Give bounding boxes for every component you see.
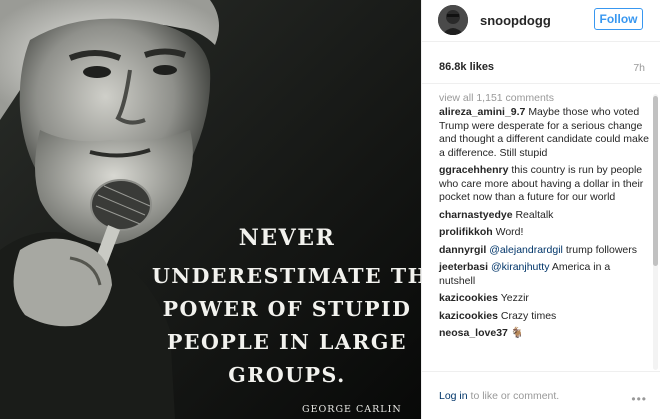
comment: kazicookies Yezzir xyxy=(439,292,649,306)
comment-user[interactable]: prolifikkoh xyxy=(439,226,493,238)
view-all-comments-link[interactable]: view all 1,151 comments xyxy=(439,92,554,104)
comment-mention[interactable]: @alejandrardgil xyxy=(489,244,563,256)
post-footer: Log in to like or comment. ••• xyxy=(422,371,660,419)
post-sidebar: snoopdogg Follow 86.8k likes 7h view all… xyxy=(421,0,660,419)
comments-scrollbar[interactable] xyxy=(653,94,658,370)
comment-user[interactable]: kazicookies xyxy=(439,292,498,304)
login-prompt-text: to like or comment. xyxy=(467,390,560,402)
avatar-image xyxy=(438,5,468,35)
comment-user[interactable]: kazicookies xyxy=(439,310,498,322)
login-link[interactable]: Log in xyxy=(439,390,468,402)
comment: alireza_amini_9.7 Maybe those who voted … xyxy=(439,106,649,160)
comment-user[interactable]: alireza_amini_9.7 xyxy=(439,106,525,118)
comment-text: Realtalk xyxy=(515,208,554,221)
comment-text: Yezzir xyxy=(500,292,529,304)
comment-list: alireza_amini_9.7 Maybe those who voted … xyxy=(439,106,649,345)
post-header: snoopdogg Follow xyxy=(422,0,660,42)
post-time[interactable]: 7h xyxy=(633,62,645,74)
comment-user[interactable]: charnastyedye xyxy=(439,209,513,221)
likes-count[interactable]: 86.8k likes xyxy=(439,61,494,73)
quote-line: GROUPS. xyxy=(228,363,346,387)
login-prompt: Log in to like or comment. xyxy=(439,390,559,402)
quote-line: PEOPLE IN LARGE xyxy=(167,330,407,354)
avatar[interactable] xyxy=(438,5,468,35)
comments-section[interactable]: view all 1,151 comments alireza_amini_9.… xyxy=(422,84,660,371)
comment-text: Word! xyxy=(495,226,524,238)
comment: kazicookies Crazy times xyxy=(439,310,649,324)
comment-user[interactable]: neosa_love37 xyxy=(439,327,508,339)
comment-user[interactable]: jeeterbasi xyxy=(439,261,488,273)
scrollbar-thumb[interactable] xyxy=(653,96,658,266)
comment-user[interactable]: dannyrgil xyxy=(439,244,486,256)
comment: ggracehhenry this country is run by peop… xyxy=(439,164,649,205)
comment: charnastyedye Realtalk xyxy=(439,209,649,223)
photo-illustration xyxy=(0,0,421,419)
likes-row: 86.8k likes 7h xyxy=(422,42,660,84)
comment-user[interactable]: ggracehhenry xyxy=(439,164,508,176)
quote-attribution: GEORGE CARLIN xyxy=(302,404,402,415)
quote-line: UNDERESTIMATE THE xyxy=(152,264,421,288)
comment-text: 🐐 xyxy=(510,327,524,339)
quote-line: POWER OF STUPID xyxy=(162,297,412,321)
comment-text: trump followers xyxy=(565,243,638,256)
follow-button[interactable]: Follow xyxy=(594,8,643,30)
more-options-icon[interactable]: ••• xyxy=(631,392,647,406)
comment: dannyrgil @alejandrardgil trump follower… xyxy=(439,244,649,258)
comment: prolifikkoh Word! xyxy=(439,226,649,240)
comment: neosa_love37 🐐 xyxy=(439,327,649,341)
comment-mention[interactable]: @kiranjhutty xyxy=(491,261,550,273)
comment-text: Crazy times xyxy=(500,309,557,322)
post-image[interactable]: NEVER UNDERESTIMATE THE POWER OF STUPID … xyxy=(0,0,421,419)
quote-line: NEVER xyxy=(238,225,336,251)
username-link[interactable]: snoopdogg xyxy=(480,13,551,28)
comment: jeeterbasi @kiranjhutty America in a nut… xyxy=(439,261,649,288)
